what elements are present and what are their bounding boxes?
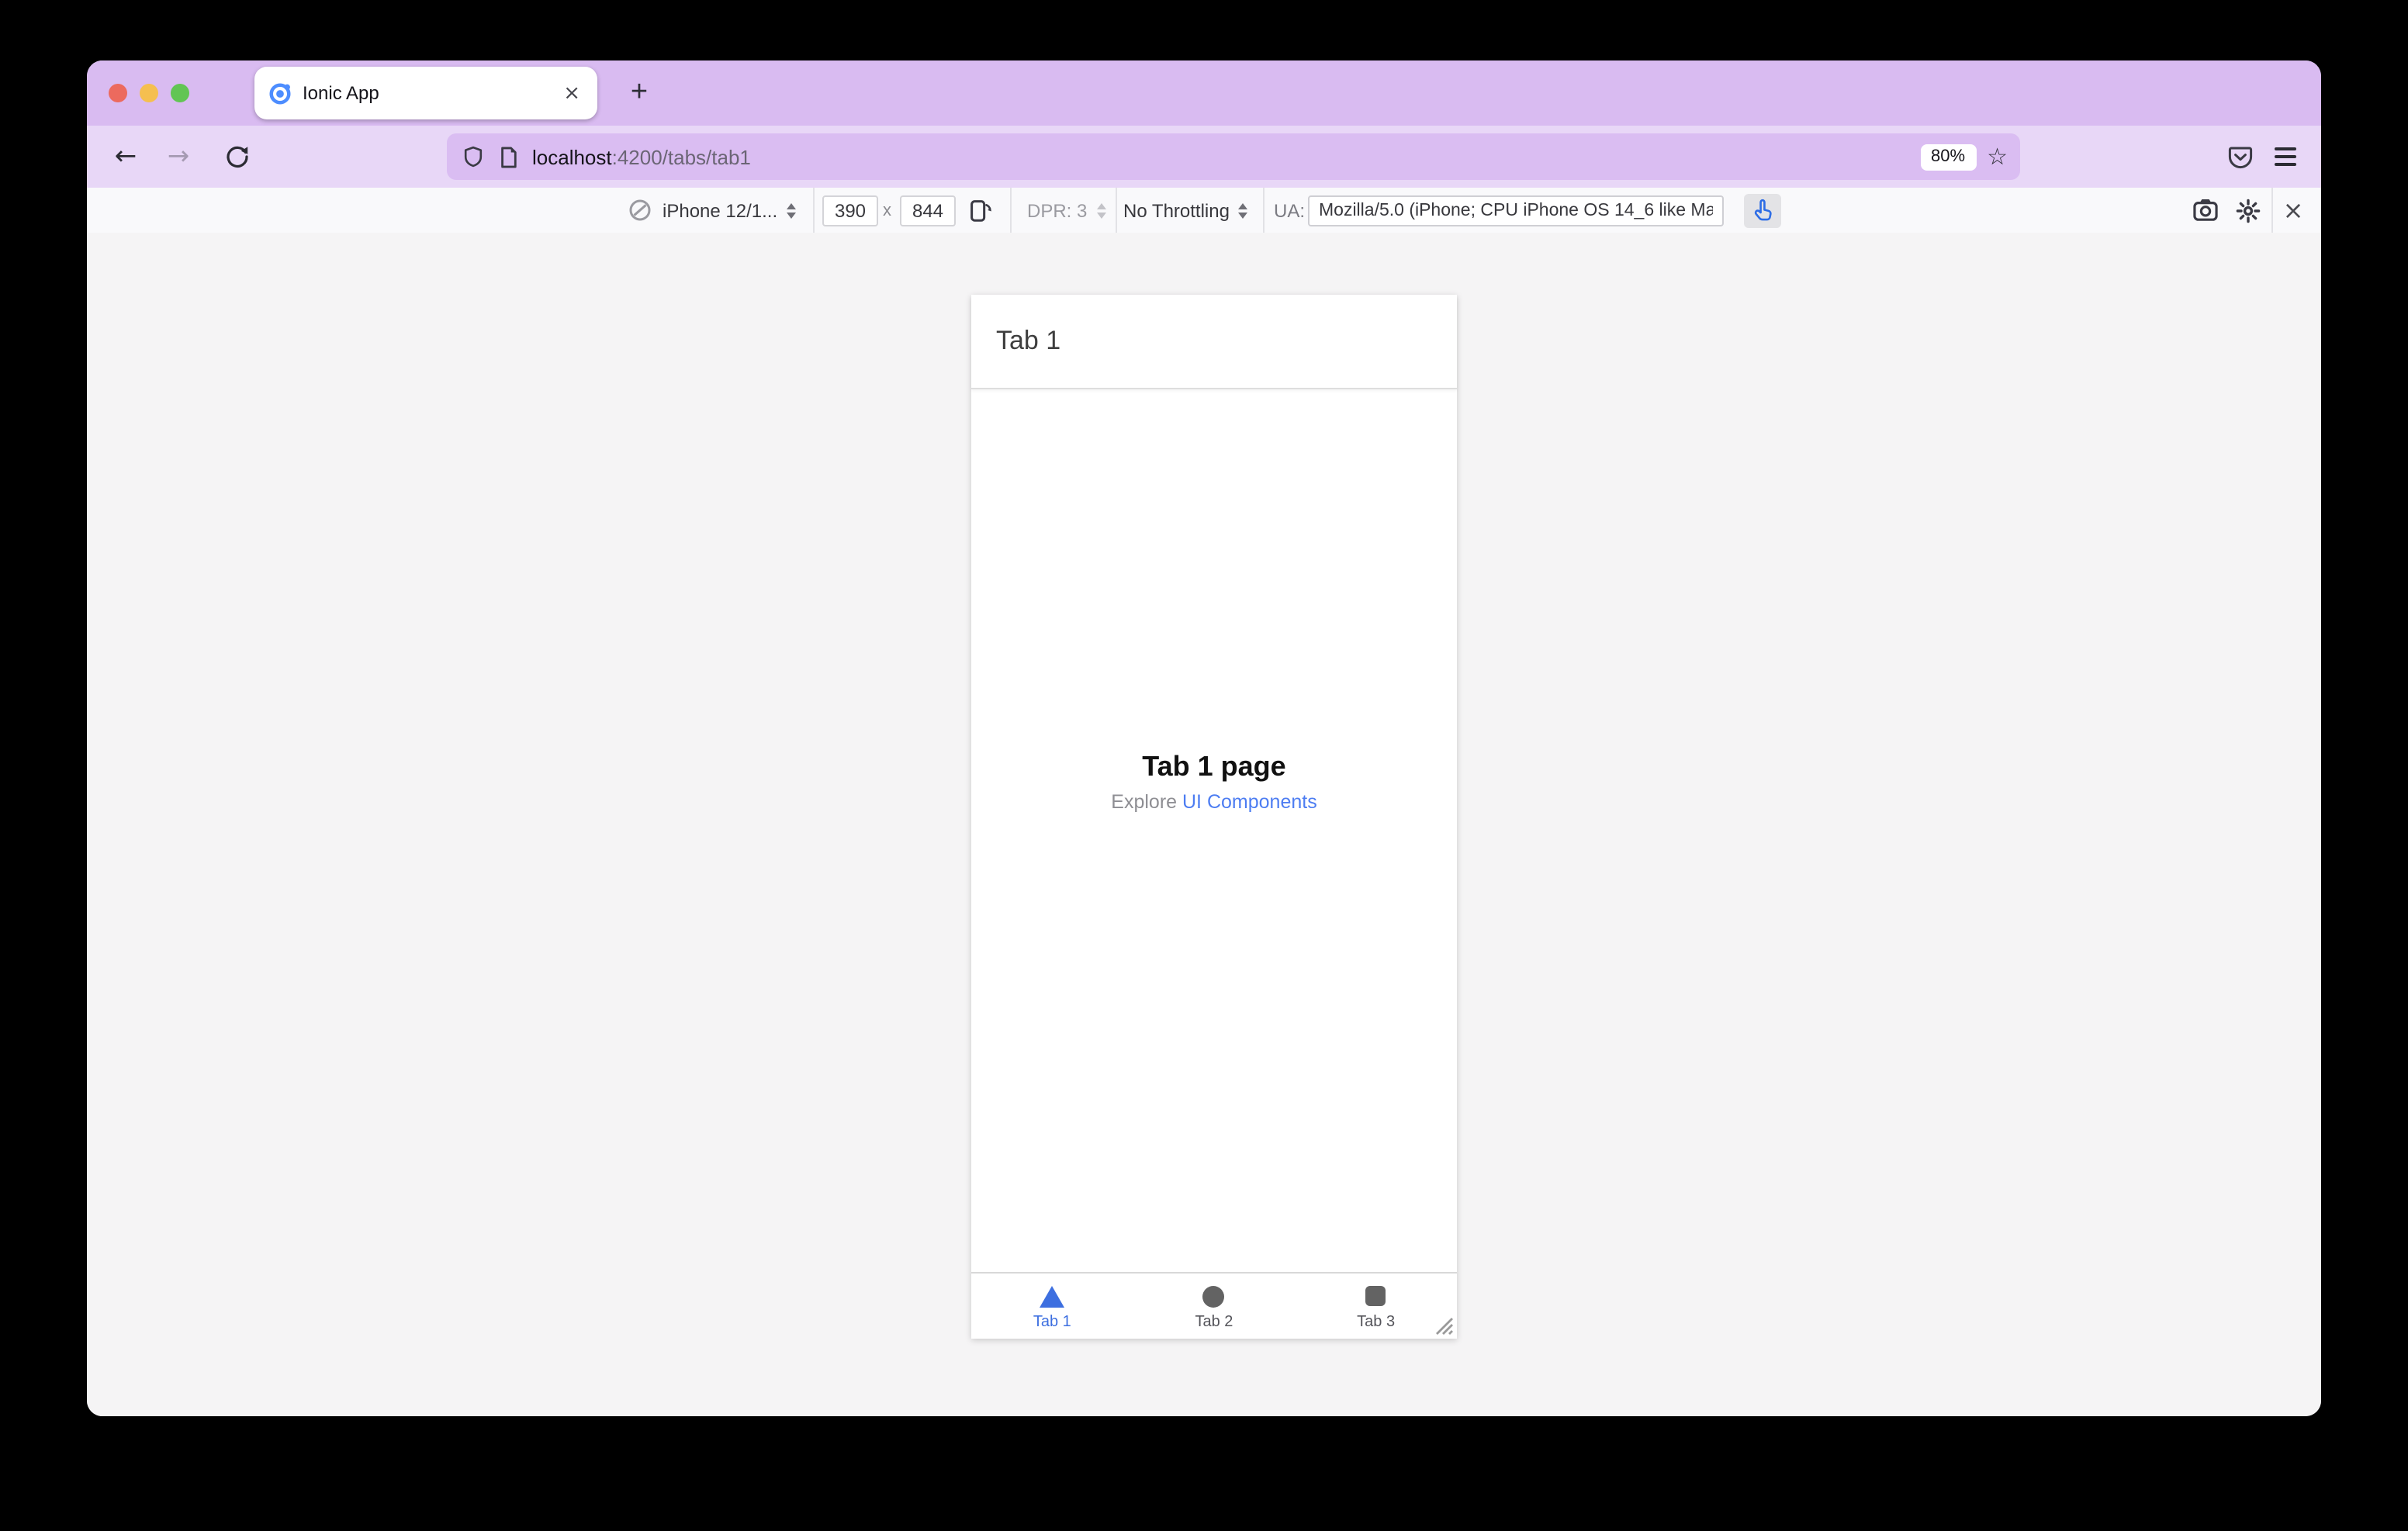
traffic-lights xyxy=(109,60,189,126)
new-tab-button[interactable]: + xyxy=(619,73,659,113)
select-arrows-icon xyxy=(1096,202,1106,218)
browser-window: Ionic App × + ← → localhost:4200/tabs/ta… xyxy=(87,60,2321,1416)
screenshot-button[interactable] xyxy=(2192,188,2219,233)
device-selector[interactable]: iPhone 12/1... xyxy=(663,188,797,233)
touch-pointer-icon xyxy=(1754,199,1772,221)
rotate-icon xyxy=(970,200,991,222)
rotate-viewport-button[interactable] xyxy=(967,188,993,233)
address-bar[interactable]: localhost:4200/tabs/tab1 80% ☆ xyxy=(447,133,2020,180)
hamburger-icon xyxy=(2275,147,2296,150)
reload-icon xyxy=(226,146,247,168)
titlebar: Ionic App × + xyxy=(87,60,2321,126)
url-path: :4200/tabs/tab1 xyxy=(611,145,751,168)
forward-icon: → xyxy=(167,140,190,171)
triangle-icon xyxy=(1040,1285,1065,1307)
ua-label: UA: xyxy=(1274,199,1306,221)
navigation-toolbar: ← → localhost:4200/tabs/tab1 80% ☆ xyxy=(87,126,2321,188)
viewport-height-field xyxy=(900,188,956,233)
shield-icon[interactable] xyxy=(462,144,484,169)
square-icon xyxy=(1365,1286,1386,1306)
navbar-right-buttons xyxy=(2228,126,2296,188)
zoom-level-badge[interactable]: 80% xyxy=(1920,143,1977,170)
viewport-height-input[interactable] xyxy=(900,195,956,226)
url-host: localhost xyxy=(532,145,612,168)
app-tabbar: Tab 1 Tab 2 Tab 3 xyxy=(971,1272,1457,1339)
device-viewport: Tab 1 Tab 1 page Explore UI Components T… xyxy=(971,295,1457,1339)
slash-circle-icon xyxy=(628,188,652,233)
tab-title: Ionic App xyxy=(303,82,379,104)
dpr-label: DPR: 3 xyxy=(1027,199,1088,221)
tab-label: Tab 3 xyxy=(1357,1314,1396,1331)
screen: Ionic App × + ← → localhost:4200/tabs/ta… xyxy=(0,0,2408,1531)
plus-icon: + xyxy=(630,76,649,109)
ui-components-link[interactable]: UI Components xyxy=(1182,790,1317,812)
viewport-resize-handle[interactable] xyxy=(1432,1314,1454,1336)
tab-close-icon[interactable]: × xyxy=(560,80,583,106)
tab-button-tab1[interactable]: Tab 1 xyxy=(971,1274,1133,1339)
circle-icon xyxy=(1202,1285,1225,1307)
minimize-window-button[interactable] xyxy=(140,84,158,102)
page-icon[interactable] xyxy=(498,145,518,168)
close-icon: × xyxy=(2282,195,2304,225)
back-icon: ← xyxy=(114,140,137,171)
app-page-title: Tab 1 page xyxy=(1142,751,1286,782)
back-button[interactable]: ← xyxy=(112,126,140,188)
browser-tab-ionic-app[interactable]: Ionic App × xyxy=(254,67,597,119)
zoom-window-button[interactable] xyxy=(171,84,189,102)
reload-button[interactable] xyxy=(222,126,251,188)
pocket-icon[interactable] xyxy=(2228,143,2253,170)
url-text: localhost:4200/tabs/tab1 xyxy=(532,145,1920,168)
rdm-settings-button[interactable] xyxy=(2236,188,2261,233)
close-rdm-button[interactable]: × xyxy=(2281,188,2306,233)
ionic-logo-icon xyxy=(269,82,291,104)
touch-simulation-button[interactable] xyxy=(1744,188,1781,233)
viewport-width-field xyxy=(822,188,878,233)
toolbar-divider xyxy=(1116,188,1117,233)
throttling-label: No Throttling xyxy=(1123,199,1230,221)
dpr-selector[interactable]: DPR: 3 xyxy=(1027,188,1106,233)
app-subtitle: Explore UI Components xyxy=(971,790,1457,812)
device-selector-label: iPhone 12/1... xyxy=(663,199,778,221)
camera-icon xyxy=(2193,199,2218,221)
select-arrows-icon xyxy=(787,202,797,218)
throttling-selector[interactable]: No Throttling xyxy=(1123,188,1248,233)
subtitle-text: Explore xyxy=(1111,790,1182,813)
bookmark-star-icon[interactable]: ☆ xyxy=(1987,143,2008,171)
ua-field xyxy=(1308,188,1724,233)
tab-label: Tab 2 xyxy=(1195,1314,1233,1331)
gear-icon xyxy=(2236,198,2261,223)
toolbar-divider xyxy=(813,188,815,233)
viewport-width-input[interactable] xyxy=(822,195,878,226)
rdm-content-area: Tab 1 Tab 1 page Explore UI Components T… xyxy=(87,233,2321,1416)
toolbar-divider xyxy=(1010,188,1012,233)
app-header: Tab 1 xyxy=(971,295,1457,389)
rdm-toolbar: iPhone 12/1... x DPR xyxy=(87,188,2321,234)
toolbar-divider xyxy=(2271,188,2273,233)
ua-input[interactable] xyxy=(1308,195,1724,226)
tab-button-tab2[interactable]: Tab 2 xyxy=(1133,1274,1296,1339)
menu-button[interactable] xyxy=(2275,147,2296,166)
page-center-block: Tab 1 page Explore UI Components xyxy=(971,751,1457,812)
tab-label: Tab 1 xyxy=(1033,1314,1071,1331)
app-header-title: Tab 1 xyxy=(996,326,1061,355)
forward-button[interactable]: → xyxy=(164,126,192,188)
toolbar-divider xyxy=(1263,188,1265,233)
close-window-button[interactable] xyxy=(109,84,127,102)
select-arrows-icon xyxy=(1238,202,1248,218)
dimension-separator: x xyxy=(883,201,891,219)
